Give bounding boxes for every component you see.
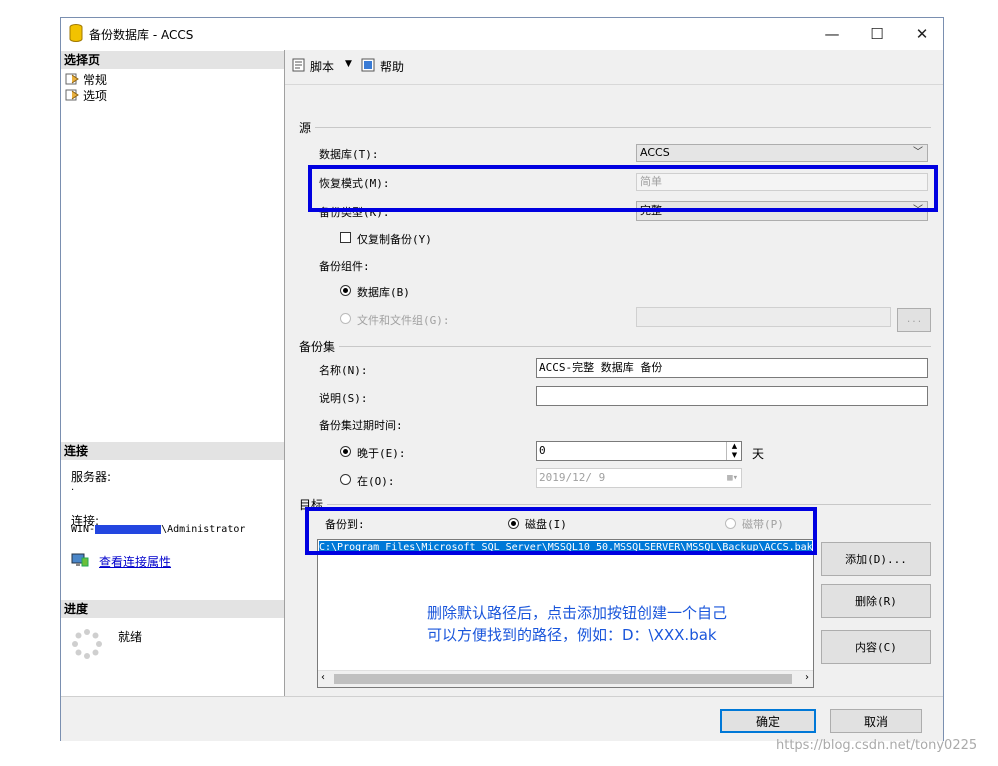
scroll-right-icon[interactable]: › — [805, 672, 809, 683]
help-button[interactable]: 帮助 — [361, 58, 404, 75]
days-unit-label: 天 — [752, 447, 765, 461]
source-divider — [315, 127, 931, 128]
view-connection-properties[interactable]: 查看连接属性 — [71, 552, 171, 571]
backup-type-highlight-box — [308, 165, 938, 212]
cancel-button[interactable]: 取消 — [830, 709, 922, 733]
page-item-options[interactable]: 选项 — [65, 87, 107, 103]
backup-set-section-label: 备份集 — [299, 340, 336, 354]
expire-date-picker[interactable]: 2019/12/ 9 ▦▾ — [536, 468, 742, 488]
annotation-note: 删除默认路径后，点击添加按钮创建一个自己 可以方便找到的路径，例如：D：\XXX… — [427, 602, 727, 646]
source-section-label: 源 — [299, 121, 312, 135]
description-input[interactable] — [536, 386, 928, 406]
left-pane: 选择页 常规 选项 连接 服务器: . 连接: WIN- \Administra… — [61, 50, 285, 696]
database-value: ACCS — [640, 146, 670, 159]
browse-files-button[interactable]: ... — [897, 308, 931, 332]
horizontal-scrollbar[interactable]: ‹ › — [318, 670, 813, 687]
database-select[interactable]: ACCS ﹀ — [636, 144, 928, 162]
connection-header: 连接 — [61, 442, 284, 460]
backup-component-label: 备份组件: — [319, 260, 370, 273]
annotation-line-2: 可以方便找到的路径，例如：D：\XXX.bak — [427, 626, 717, 644]
watermark-text: https://blog.csdn.net/tony0225 — [776, 738, 978, 753]
backup-name-input[interactable]: ACCS-完整 数据库 备份 — [536, 358, 928, 378]
maximize-button[interactable]: ☐ — [854, 18, 900, 50]
connection-value-prefix: WIN- — [71, 524, 96, 535]
files-field — [636, 307, 891, 327]
minimize-button[interactable]: — — [809, 18, 855, 50]
window-title: 备份数据库 - ACCS — [89, 28, 194, 42]
server-label: 服务器: — [71, 470, 112, 484]
days-spinner[interactable]: ▲ ▼ — [726, 442, 742, 460]
expire-after-radio[interactable] — [340, 446, 351, 457]
page-icon — [65, 89, 79, 101]
page-item-general[interactable]: 常规 — [65, 71, 107, 87]
expire-after-label: 晚于(E): — [357, 447, 406, 460]
script-icon — [291, 58, 307, 75]
expire-label: 备份集过期时间: — [319, 419, 403, 432]
expire-on-label: 在(O): — [357, 475, 395, 488]
script-dropdown-icon[interactable]: ▼ — [345, 59, 352, 69]
component-files-label: 文件和文件组(G): — [357, 314, 450, 327]
page-icon — [65, 73, 79, 85]
component-database-label: 数据库(B) — [357, 286, 410, 299]
server-value: . — [71, 482, 75, 493]
backup-set-divider — [339, 346, 931, 347]
page-item-label: 常规 — [83, 72, 108, 87]
script-label: 脚本 — [310, 60, 335, 74]
progress-header: 进度 — [61, 600, 284, 618]
connection-properties-icon — [71, 552, 89, 571]
copy-only-checkbox[interactable] — [340, 232, 351, 243]
backup-database-dialog: 备份数据库 - ACCS — ☐ ✕ 选择页 常规 选项 连接 服务器: . 连… — [60, 17, 944, 741]
backup-name-label: 名称(N): — [319, 364, 368, 377]
path-highlight-box — [305, 507, 817, 555]
connection-value-suffix: \Administrator — [161, 524, 246, 535]
description-label: 说明(S): — [319, 392, 368, 405]
destination-divider — [327, 504, 931, 505]
remove-destination-button[interactable]: 删除(R) — [821, 584, 931, 618]
redaction-mark — [95, 525, 162, 534]
expire-date-value: 2019/12/ 9 — [539, 471, 606, 484]
page-item-label: 选项 — [83, 88, 108, 103]
copy-only-label: 仅复制备份(Y) — [357, 233, 432, 246]
expire-on-radio[interactable] — [340, 474, 351, 485]
help-label: 帮助 — [380, 60, 405, 74]
progress-status: 就绪 — [118, 630, 143, 644]
component-files-radio[interactable] — [340, 313, 351, 324]
select-page-header: 选择页 — [61, 51, 284, 69]
ok-button[interactable]: 确定 — [720, 709, 816, 733]
help-icon — [361, 58, 377, 75]
annotation-line-1: 删除默认路径后，点击添加按钮创建一个自己 — [427, 604, 728, 622]
contents-button[interactable]: 内容(C) — [821, 630, 931, 664]
add-destination-button[interactable]: 添加(D)... — [821, 542, 931, 576]
database-label: 数据库(T): — [319, 148, 379, 161]
dialog-button-bar: 确定 取消 — [61, 696, 943, 741]
expire-days-input[interactable]: 0 — [536, 441, 742, 461]
chevron-down-icon: ﹀ — [913, 147, 923, 158]
database-icon — [69, 24, 83, 42]
close-button[interactable]: ✕ — [899, 18, 945, 50]
view-connection-link[interactable]: 查看连接属性 — [99, 553, 171, 570]
title-bar: 备份数据库 - ACCS — ☐ ✕ — [61, 18, 943, 50]
connection-value: WIN- \Administrator — [71, 524, 245, 535]
script-button[interactable]: 脚本 — [291, 58, 334, 75]
scroll-left-icon[interactable]: ‹ — [321, 672, 325, 683]
component-database-radio[interactable] — [340, 285, 351, 296]
calendar-icon: ▦▾ — [727, 473, 738, 483]
toolbar: 脚本 ▼ 帮助 — [285, 50, 943, 85]
scrollbar-thumb[interactable] — [334, 674, 792, 684]
progress-spinner-icon — [71, 628, 103, 663]
